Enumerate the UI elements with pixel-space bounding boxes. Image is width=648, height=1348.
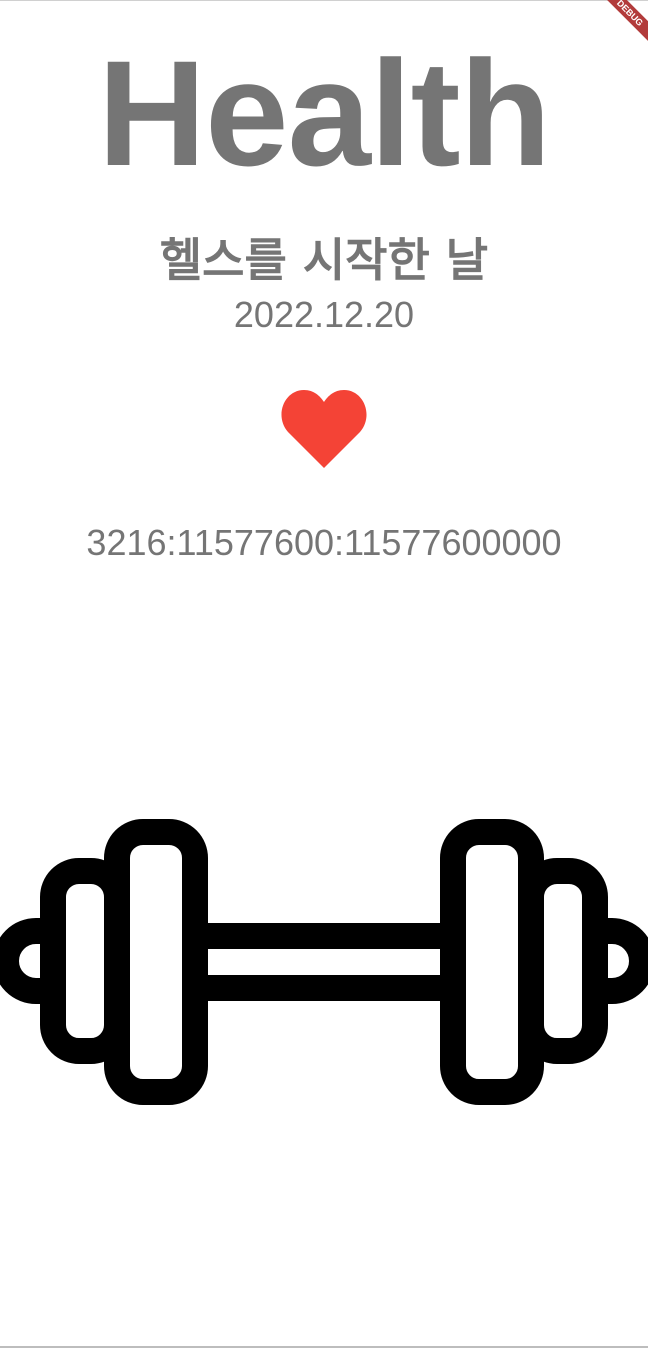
dumbbell-icon (0, 819, 648, 1105)
dumbbell-bar (182, 923, 466, 1001)
page-title: Health (97, 29, 551, 197)
start-date-label: 헬스를 시작한 날 (159, 233, 489, 287)
heart-icon[interactable] (280, 388, 368, 470)
top-border (0, 0, 648, 1)
heart-shape (281, 390, 367, 468)
start-date-value: 2022.12.20 (233, 294, 415, 335)
elapsed-counter: 3216:11577600:11577600000 (86, 522, 562, 563)
